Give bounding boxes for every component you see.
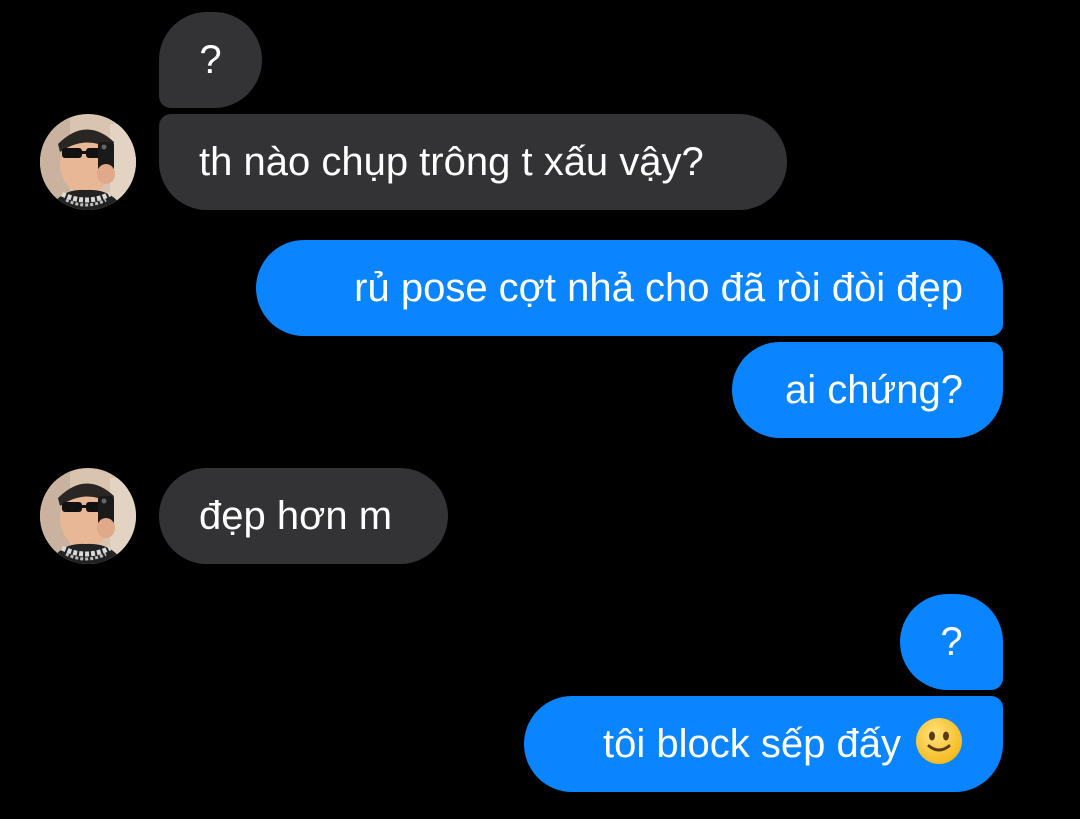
message-text: ? — [199, 38, 222, 82]
message-bubble-outgoing[interactable]: ai chứng? — [732, 342, 1003, 438]
message-text: đẹp hơn m — [199, 494, 393, 538]
avatar-photo — [40, 468, 136, 564]
message-bubble-incoming[interactable]: th nào chụp trông t xấu vậy? — [159, 114, 787, 210]
message-bubble-outgoing[interactable]: ? — [900, 594, 1003, 690]
avatar-photo — [40, 114, 136, 210]
message-bubble-incoming[interactable]: ? — [159, 12, 262, 108]
message-bubble-outgoing[interactable]: tôi block sếp đấy — [524, 696, 1003, 792]
message-text: th nào chụp trông t xấu vậy? — [199, 140, 704, 184]
message-bubble-incoming[interactable]: đẹp hơn m — [159, 468, 448, 564]
contact-avatar[interactable] — [40, 468, 136, 564]
contact-avatar[interactable] — [40, 114, 136, 210]
message-bubble-outgoing[interactable]: rủ pose cợt nhả cho đã ròi đòi đẹp — [256, 240, 1003, 336]
message-text: tôi block sếp đấy — [603, 722, 901, 766]
message-text: ? — [940, 620, 963, 664]
slightly-smiling-face-icon — [915, 717, 963, 772]
message-text: rủ pose cợt nhả cho đã ròi đòi đẹp — [354, 266, 963, 310]
message-text: ai chứng? — [784, 368, 963, 412]
